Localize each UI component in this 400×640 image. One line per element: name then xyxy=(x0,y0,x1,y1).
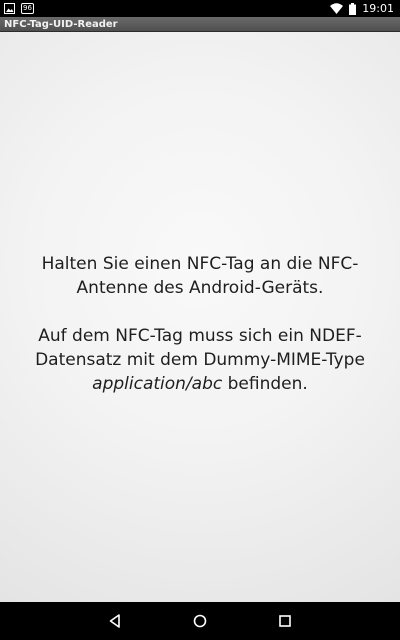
instruction-line-3: Auf dem NFC-Tag muss sich ein NDEF- xyxy=(38,326,362,346)
instruction-line-1: Halten Sie einen NFC-Tag an die NFC- xyxy=(41,254,359,274)
recent-apps-icon[interactable] xyxy=(277,613,293,629)
instruction-line-4: Datensatz mit dem Dummy-MIME-Type xyxy=(35,350,365,370)
instruction-line-5-suffix: befinden. xyxy=(222,374,308,394)
mime-type-text: application/abc xyxy=(92,374,223,394)
status-left-icons: 96 xyxy=(4,2,34,15)
status-bar: 96 19:01 xyxy=(0,0,400,17)
main-content: Halten Sie einen NFC-Tag an die NFC- Ant… xyxy=(0,32,400,602)
app-title: NFC-Tag-UID-Reader xyxy=(4,19,118,30)
navigation-bar xyxy=(0,602,400,640)
back-icon[interactable] xyxy=(107,613,123,629)
instruction-message: Halten Sie einen NFC-Tag an die NFC- Ant… xyxy=(0,252,400,396)
android-96-icon: 96 xyxy=(21,3,34,14)
status-time: 19:01 xyxy=(362,2,394,15)
image-notification-icon xyxy=(4,3,15,14)
status-right-icons: 19:01 xyxy=(330,1,394,16)
wifi-icon xyxy=(330,3,344,14)
instruction-line-5: application/abc befinden. xyxy=(0,372,400,396)
instruction-line-2: Antenne des Android-Geräts. xyxy=(76,278,324,298)
battery-icon xyxy=(349,2,357,15)
home-icon[interactable] xyxy=(192,613,208,629)
app-title-bar: NFC-Tag-UID-Reader xyxy=(0,17,400,32)
